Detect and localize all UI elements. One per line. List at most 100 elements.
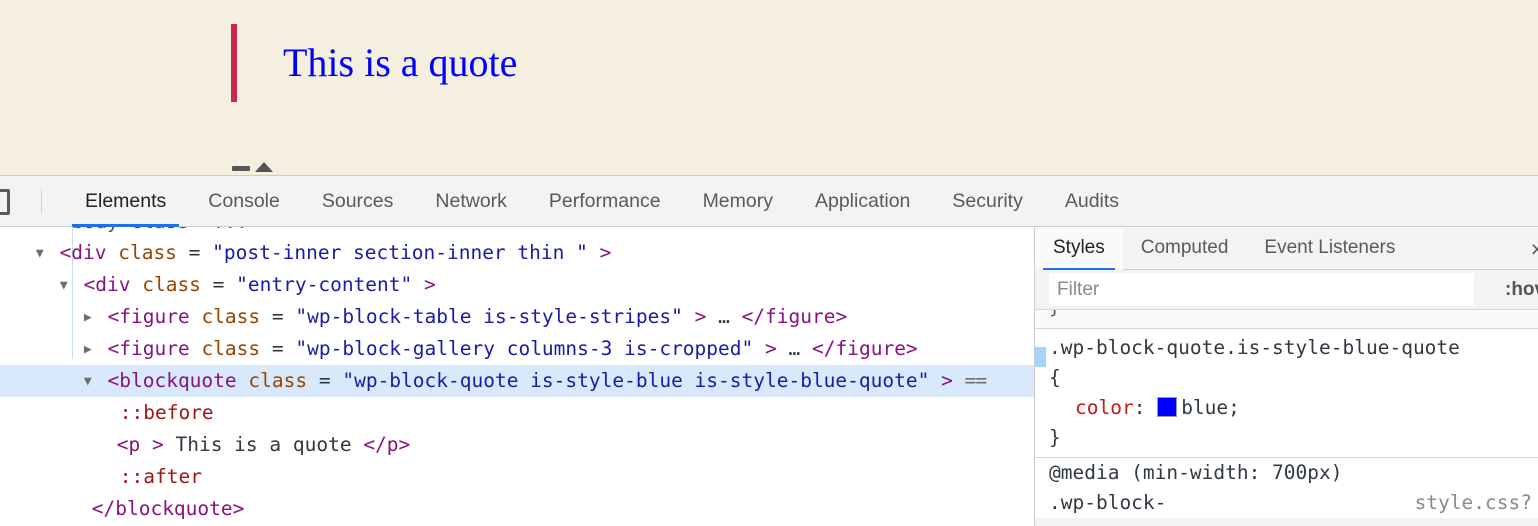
tab-label: Elements (85, 190, 166, 213)
dom-attr-value[interactable]: "post-inner section-inner thin " (212, 241, 588, 264)
tab-security[interactable]: Security (931, 176, 1043, 227)
tab-label: Computed (1141, 237, 1229, 259)
caret-up-icon (255, 162, 273, 172)
scroll-into-view-badge[interactable]: == (965, 369, 986, 392)
dom-attr-value[interactable]: "wp-block-gallery columns-3 is-cropped" (295, 337, 753, 360)
expand-twisty-icon[interactable]: ▼ (32, 238, 48, 269)
dom-pseudo-element: ::before (120, 401, 214, 424)
dom-ellipsis[interactable]: … (789, 337, 801, 360)
dom-closing-tag: </figure> (812, 337, 918, 360)
filter-input[interactable] (1049, 273, 1474, 306)
dom-tag: <figure (108, 305, 190, 328)
dom-tag: <div (84, 273, 131, 296)
tab-label: Memory (703, 190, 773, 213)
dom-text-node[interactable]: This is a quote (175, 433, 363, 456)
tab-performance[interactable]: Performance (528, 176, 682, 227)
dom-tag: <figure (108, 337, 190, 360)
dom-closing-tag: </figure> (742, 305, 848, 328)
dom-attr-value[interactable]: "wp-block-table is-style-stripes" (295, 305, 682, 328)
dom-tag: <p (117, 433, 140, 456)
css-rule-blue-quote[interactable]: .wp-block-quote.is-style-blue-quote { co… (1035, 329, 1538, 458)
color-swatch-icon[interactable] (1157, 397, 1177, 417)
toolbar-divider (41, 189, 42, 213)
tab-label: Security (952, 190, 1022, 213)
table-row[interactable]: </blockquote> (0, 493, 1034, 525)
styles-filter-bar: :hov (1035, 270, 1538, 310)
tab-list: Elements Console Sources Network Perform… (64, 176, 1140, 227)
tab-label: Sources (322, 190, 394, 213)
tab-event-listeners[interactable]: Event Listeners (1246, 227, 1413, 270)
css-declaration[interactable]: color: blue; (1035, 393, 1538, 423)
css-clipped-text: } (1049, 310, 1060, 318)
css-open-brace-line: { (1035, 363, 1538, 393)
css-open-brace: { (1049, 366, 1061, 389)
dom-tree[interactable]: <body class="..." > ▼ <div class = "post… (0, 227, 1034, 526)
table-row[interactable]: ▼ <div class = "entry-content" > (0, 269, 1034, 301)
table-row[interactable]: ▶ <figure class = "wp-block-gallery colu… (0, 333, 1034, 365)
hover-state-toggle[interactable]: :hov (1505, 279, 1538, 301)
css-property-value[interactable]: blue (1181, 396, 1228, 419)
collapse-twisty-icon[interactable]: ▶ (80, 334, 96, 365)
tab-label: Performance (549, 190, 661, 213)
dom-attr-value[interactable]: "entry-content" (236, 273, 412, 296)
tab-elements[interactable]: Elements (64, 176, 187, 227)
dom-tag-close: > (600, 241, 612, 264)
dom-pseudo-element: ::after (120, 465, 202, 488)
tab-network[interactable]: Network (414, 176, 528, 227)
tab-label: Console (208, 190, 280, 213)
tab-label: Network (435, 190, 507, 213)
tab-sources[interactable]: Sources (301, 176, 415, 227)
dom-attr-name: class (248, 369, 307, 392)
css-source-link[interactable]: style.css? (1415, 488, 1532, 518)
table-row[interactable]: ::before (0, 397, 1034, 429)
more-tabs-icon[interactable]: × (1531, 236, 1538, 263)
dom-attr-name: class (118, 241, 177, 264)
tab-application[interactable]: Application (794, 176, 931, 227)
styles-sidebar: Styles Computed Event Listeners × :hov }… (1035, 227, 1538, 526)
device-toolbar-icon[interactable] (0, 189, 10, 215)
expand-twisty-icon[interactable]: ▼ (80, 366, 96, 397)
tab-computed[interactable]: Computed (1123, 227, 1247, 270)
css-selector[interactable]: .wp-block-quote.is-style-blue-quote (1049, 336, 1460, 359)
collapse-twisty-icon[interactable]: ▶ (80, 302, 96, 333)
css-property-name[interactable]: color (1075, 396, 1134, 419)
devtools-screenshot: This is a quote Elements Console Sources… (0, 0, 1538, 526)
dom-tag: <div (60, 241, 107, 264)
tab-styles[interactable]: Styles (1035, 227, 1123, 270)
css-close-brace: } (1049, 426, 1061, 449)
styles-tab-list: Styles Computed Event Listeners × (1035, 227, 1538, 270)
table-row[interactable]: ::after (0, 461, 1034, 493)
dom-row-clipped: <body class="..." > (0, 227, 1034, 237)
dom-tag-close: > (765, 337, 777, 360)
css-media-query-text: @media (min-width: 700px) (1049, 461, 1343, 484)
tab-label: Event Listeners (1264, 237, 1395, 259)
css-selector-line: .wp-block-quote.is-style-blue-quote (1035, 333, 1538, 363)
tab-label: Application (815, 190, 910, 213)
table-row-selected[interactable]: ▼ <blockquote class = "wp-block-quote is… (0, 365, 1034, 397)
tab-label: Styles (1053, 237, 1105, 259)
dash-glyph (232, 166, 250, 171)
css-rule-media[interactable]: @media (min-width: 700px) .wp-block- sty… (1035, 458, 1538, 518)
css-close-brace-line: } (1035, 423, 1538, 453)
toolbar-icon-group (0, 176, 22, 227)
tab-memory[interactable]: Memory (682, 176, 794, 227)
expand-twisty-icon[interactable]: ▼ (56, 270, 72, 301)
tab-label: Audits (1065, 190, 1119, 213)
quote-text: This is a quote (283, 41, 517, 85)
tab-audits[interactable]: Audits (1044, 176, 1140, 227)
css-selector[interactable]: .wp-block- (1049, 491, 1166, 514)
table-row[interactable]: ▶ <figure class = "wp-block-table is-sty… (0, 301, 1034, 333)
dom-tag-close: > (941, 369, 953, 392)
page-viewport: This is a quote (0, 0, 1538, 175)
dom-clipped-text: <body class="..." > (60, 227, 283, 237)
dom-tag-close: > (695, 305, 707, 328)
tab-console[interactable]: Console (187, 176, 301, 227)
css-rule-clipped: } (1035, 310, 1538, 329)
dom-tag: <blockquote (108, 369, 237, 392)
dom-attr-value[interactable]: "wp-block-quote is-style-blue is-style-b… (342, 369, 929, 392)
dom-attr-name: class (201, 337, 260, 360)
table-row[interactable]: <p > This is a quote </p> (0, 429, 1034, 461)
table-row[interactable]: ▼ <div class = "post-inner section-inner… (0, 237, 1034, 269)
page-bottom-artifact (232, 160, 280, 174)
dom-ellipsis[interactable]: … (718, 305, 730, 328)
